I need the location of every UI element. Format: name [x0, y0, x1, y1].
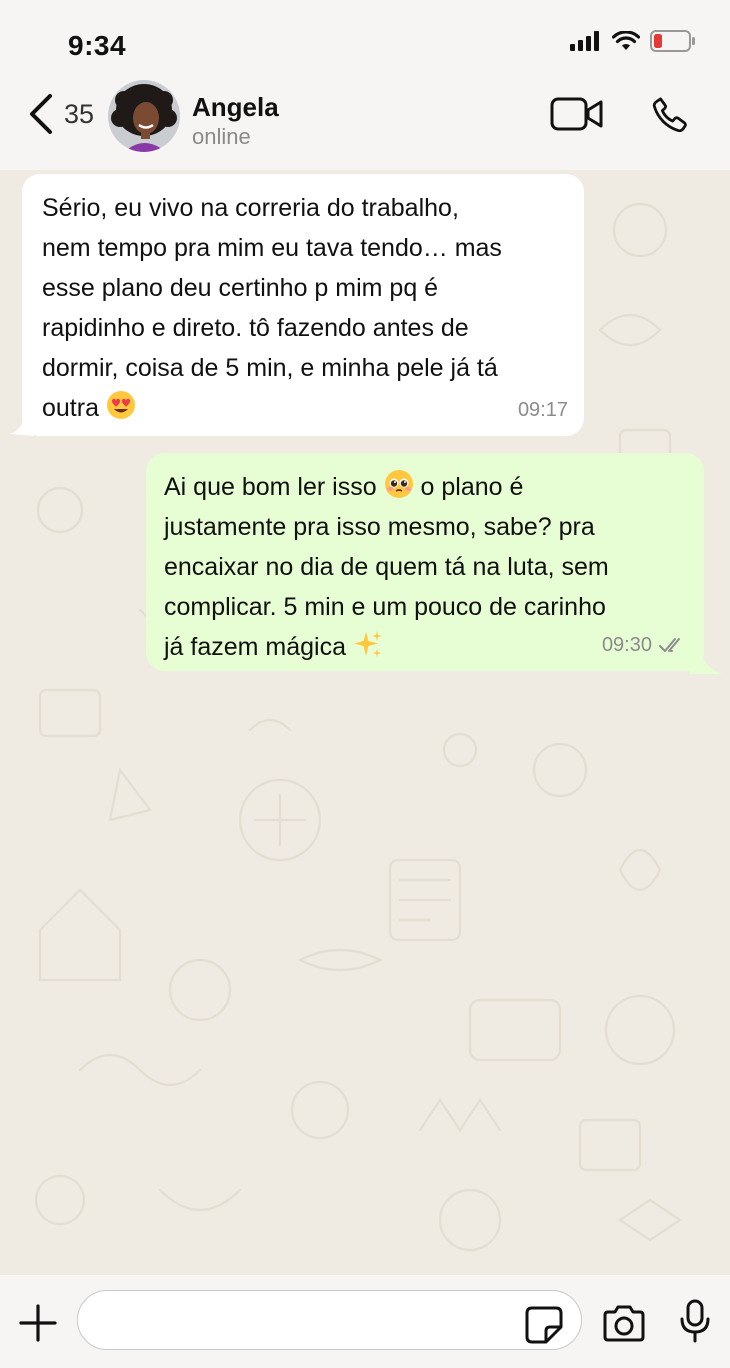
battery-icon — [650, 30, 695, 52]
contact-name[interactable]: Angela — [192, 92, 279, 123]
sticker-button[interactable] — [524, 1305, 564, 1350]
pleading-face-emoji-icon — [384, 470, 413, 498]
message-text-part1: Ai que bom ler isso — [164, 473, 377, 501]
voice-call-button[interactable] — [648, 94, 692, 141]
status-time: 9:34 — [68, 30, 127, 61]
video-call-button[interactable] — [550, 96, 604, 137]
message-input[interactable] — [77, 1290, 582, 1350]
message-time: 09:17 — [517, 399, 568, 421]
outgoing-message[interactable]: Ai que bom ler isso o plano é justamente… — [146, 453, 704, 671]
double-check-icon — [659, 638, 680, 652]
incoming-message[interactable]: Sério, eu vivo na correria do trabalho, … — [22, 174, 584, 436]
message-input-bar — [0, 1275, 730, 1368]
camera-icon — [603, 1305, 645, 1342]
message-meta: 09:17 — [518, 390, 568, 430]
heart-eyes-emoji-icon — [106, 391, 135, 419]
wifi-icon — [612, 31, 640, 50]
attach-button[interactable] — [18, 1303, 58, 1348]
message-meta: 09:30 — [602, 625, 688, 665]
microphone-icon — [680, 1299, 710, 1343]
chat-header: 35 Angela online — [0, 80, 730, 170]
camera-button[interactable] — [601, 1305, 647, 1348]
signal-icon — [570, 31, 599, 51]
message-text-part2: o plano é justamente pra isso mesmo, sab… — [164, 473, 609, 661]
chat-area[interactable]: Sério, eu vivo na correria do trabalho, … — [0, 170, 730, 1275]
microphone-button[interactable] — [679, 1299, 711, 1348]
contact-status: online — [192, 124, 251, 149]
back-button[interactable]: 35 — [26, 92, 94, 136]
message-text: Sério, eu vivo na correria do trabalho, … — [42, 194, 502, 422]
status-icons — [570, 30, 696, 52]
chevron-left-icon — [30, 94, 52, 134]
unread-count: 35 — [64, 98, 95, 129]
plus-icon — [19, 1304, 57, 1342]
avatar[interactable] — [108, 80, 180, 152]
message-time: 09:30 — [601, 634, 652, 656]
sticker-icon — [525, 1306, 563, 1344]
phone-icon — [652, 97, 687, 133]
video-camera-icon — [550, 97, 603, 131]
sparkles-emoji-icon — [353, 631, 382, 657]
status-bar: 9:34 — [0, 0, 730, 80]
